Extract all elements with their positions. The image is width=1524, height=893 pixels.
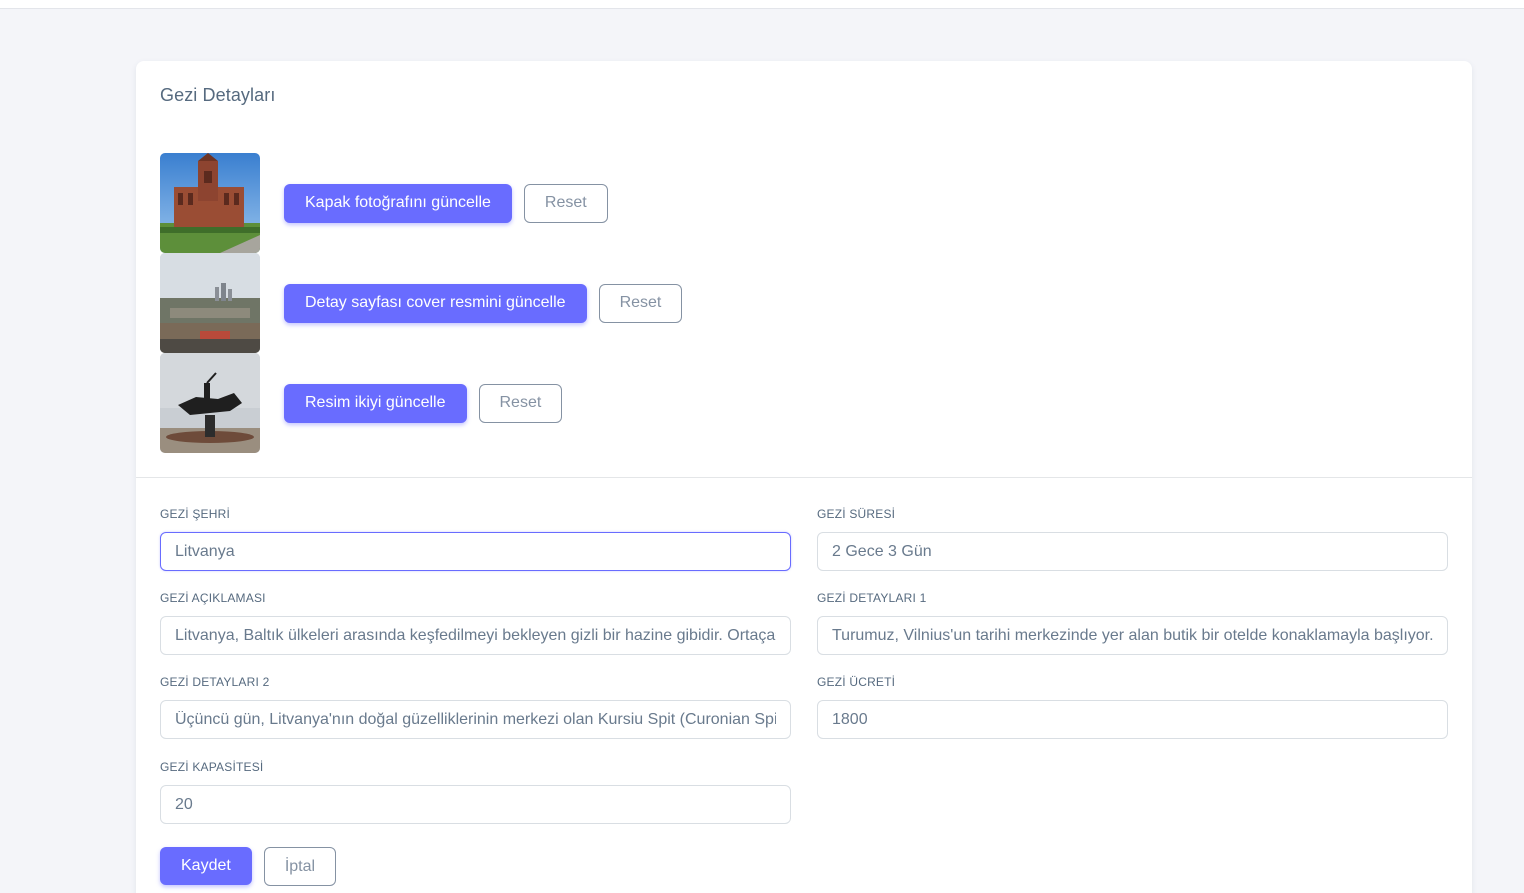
save-button[interactable]: Kaydet bbox=[160, 847, 252, 885]
trip-details1-input[interactable] bbox=[817, 616, 1448, 655]
trip-price-input[interactable] bbox=[817, 700, 1448, 739]
update-second-image-button[interactable]: Resim ikiyi güncelle bbox=[284, 383, 467, 423]
trip-description-label: GEZİ AÇIKLAMASI bbox=[160, 591, 266, 605]
trip-price-field: GEZİ ÜCRETİ bbox=[817, 675, 1448, 739]
city-skyline-photo-icon bbox=[160, 253, 260, 353]
trip-duration-field: GEZİ SÜRESİ bbox=[817, 507, 1448, 571]
update-cover-photo-button[interactable]: Kapak fotoğrafını güncelle bbox=[284, 183, 512, 223]
second-image-thumbnail bbox=[160, 353, 260, 453]
section-divider bbox=[136, 477, 1472, 478]
cover-photo-row: Kapak fotoğrafını güncelle Reset bbox=[160, 153, 608, 253]
trip-details-card: Gezi Detayları Kapak fotoğrafını güncell… bbox=[136, 61, 1472, 893]
top-navbar bbox=[0, 0, 1524, 9]
church-photo-icon bbox=[160, 153, 260, 253]
trip-details2-field: GEZİ DETAYLARI 2 bbox=[160, 675, 791, 739]
trip-details2-input[interactable] bbox=[160, 700, 791, 739]
trip-details1-label: GEZİ DETAYLARI 1 bbox=[817, 591, 927, 605]
form-actions: Kaydet İptal bbox=[160, 847, 337, 886]
trip-capacity-label: GEZİ KAPASİTESİ bbox=[160, 760, 264, 774]
cover-photo-thumbnail bbox=[160, 153, 260, 253]
cancel-button[interactable]: İptal bbox=[263, 847, 337, 886]
trip-description-field: GEZİ AÇIKLAMASI bbox=[160, 591, 791, 655]
trip-description-input[interactable] bbox=[160, 616, 791, 655]
detail-cover-row: Detay sayfası cover resmini güncelle Res… bbox=[160, 253, 683, 353]
reset-cover-photo-button[interactable]: Reset bbox=[523, 183, 608, 223]
trip-details2-label: GEZİ DETAYLARI 2 bbox=[160, 675, 270, 689]
trip-capacity-field: GEZİ KAPASİTESİ bbox=[160, 760, 791, 824]
card-title: Gezi Detayları bbox=[160, 85, 276, 105]
trip-capacity-input[interactable] bbox=[160, 785, 791, 824]
trip-price-label: GEZİ ÜCRETİ bbox=[817, 675, 896, 689]
update-detail-cover-button[interactable]: Detay sayfası cover resmini güncelle bbox=[284, 283, 587, 323]
second-image-row: Resim ikiyi güncelle Reset bbox=[160, 353, 563, 453]
detail-cover-thumbnail bbox=[160, 253, 260, 353]
trip-city-field: GEZİ ŞEHRİ bbox=[160, 507, 791, 571]
reset-detail-cover-button[interactable]: Reset bbox=[598, 283, 683, 323]
trip-duration-input[interactable] bbox=[817, 532, 1448, 571]
trip-details1-field: GEZİ DETAYLARI 1 bbox=[817, 591, 1448, 655]
reset-second-image-button[interactable]: Reset bbox=[478, 383, 563, 423]
trip-duration-label: GEZİ SÜRESİ bbox=[817, 507, 896, 521]
trip-city-input[interactable] bbox=[160, 532, 791, 571]
horse-statue-photo-icon bbox=[160, 353, 260, 453]
trip-city-label: GEZİ ŞEHRİ bbox=[160, 507, 231, 521]
